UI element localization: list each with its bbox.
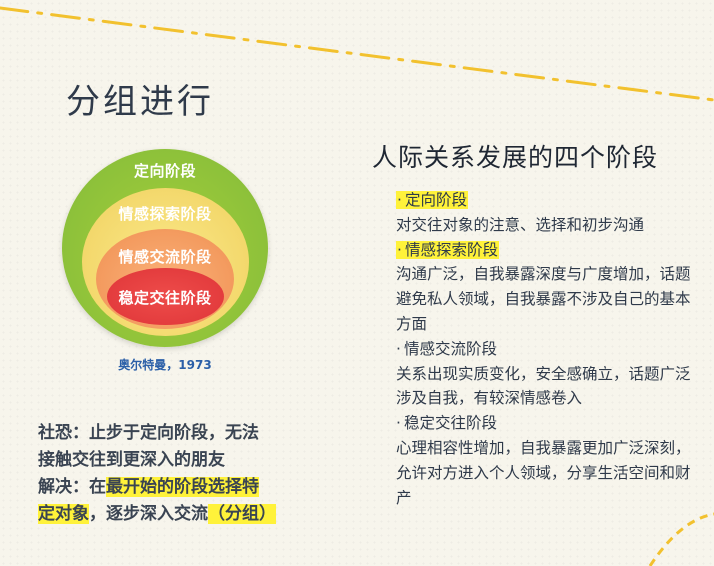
stage-desc-stable: 心理相容性增加，自我暴露更加广泛深刻，允许对方进入个人领域，分享生活空间和财产 (396, 438, 691, 507)
stage-name-exchange: · 情感交流阶段 (396, 339, 497, 358)
diagram-citation: 奥尔特曼，1973 (118, 358, 212, 372)
layer-label-exploration: 情感探索阶段 (118, 205, 212, 223)
stage-list: · 定向阶段 对交往对象的注意、选择和初步沟通 · 情感探索阶段 沟通广泛，自我暴露… (396, 188, 704, 510)
stage-desc-exchange: 关系出现实质变化，安全感确立，话题广泛涉及自我，有较深情感卷入 (396, 364, 691, 408)
stage-desc-orientation: 对交往对象的注意、选择和初步沟通 (396, 215, 645, 234)
layer-label-orientation: 定向阶段 (133, 162, 196, 180)
social-anxiety-note: 社恐：止步于定向阶段，无法 接触交往到更深入的朋友 解决：在最开始的阶段选择特 … (38, 420, 348, 528)
stage-name-stable: · 稳定交往阶段 (396, 414, 497, 433)
stage-name-exploration: · 情感探索阶段 (396, 240, 499, 259)
stage-desc-exploration: 沟通广泛，自我暴露深度与广度增加，话题避免私人领域，自我暴露不涉及自己的基本方面 (396, 265, 691, 333)
note-line-4: 定对象，逐步深入交流（分组） (38, 504, 276, 524)
note-line-3: 解决：在最开始的阶段选择特 (38, 477, 259, 497)
section-title: 人际关系发展的四个阶段 (372, 143, 659, 172)
stage-name-orientation: · 定向阶段 (396, 191, 468, 209)
page-title: 分组进行 (66, 82, 214, 122)
note-line-1: 社恐：止步于定向阶段，无法 (38, 423, 259, 443)
layer-label-stable: 稳定交往阶段 (118, 289, 212, 307)
note-line-2: 接触交往到更深入的朋友 (38, 450, 225, 470)
layer-label-exchange: 情感交流阶段 (118, 248, 212, 266)
